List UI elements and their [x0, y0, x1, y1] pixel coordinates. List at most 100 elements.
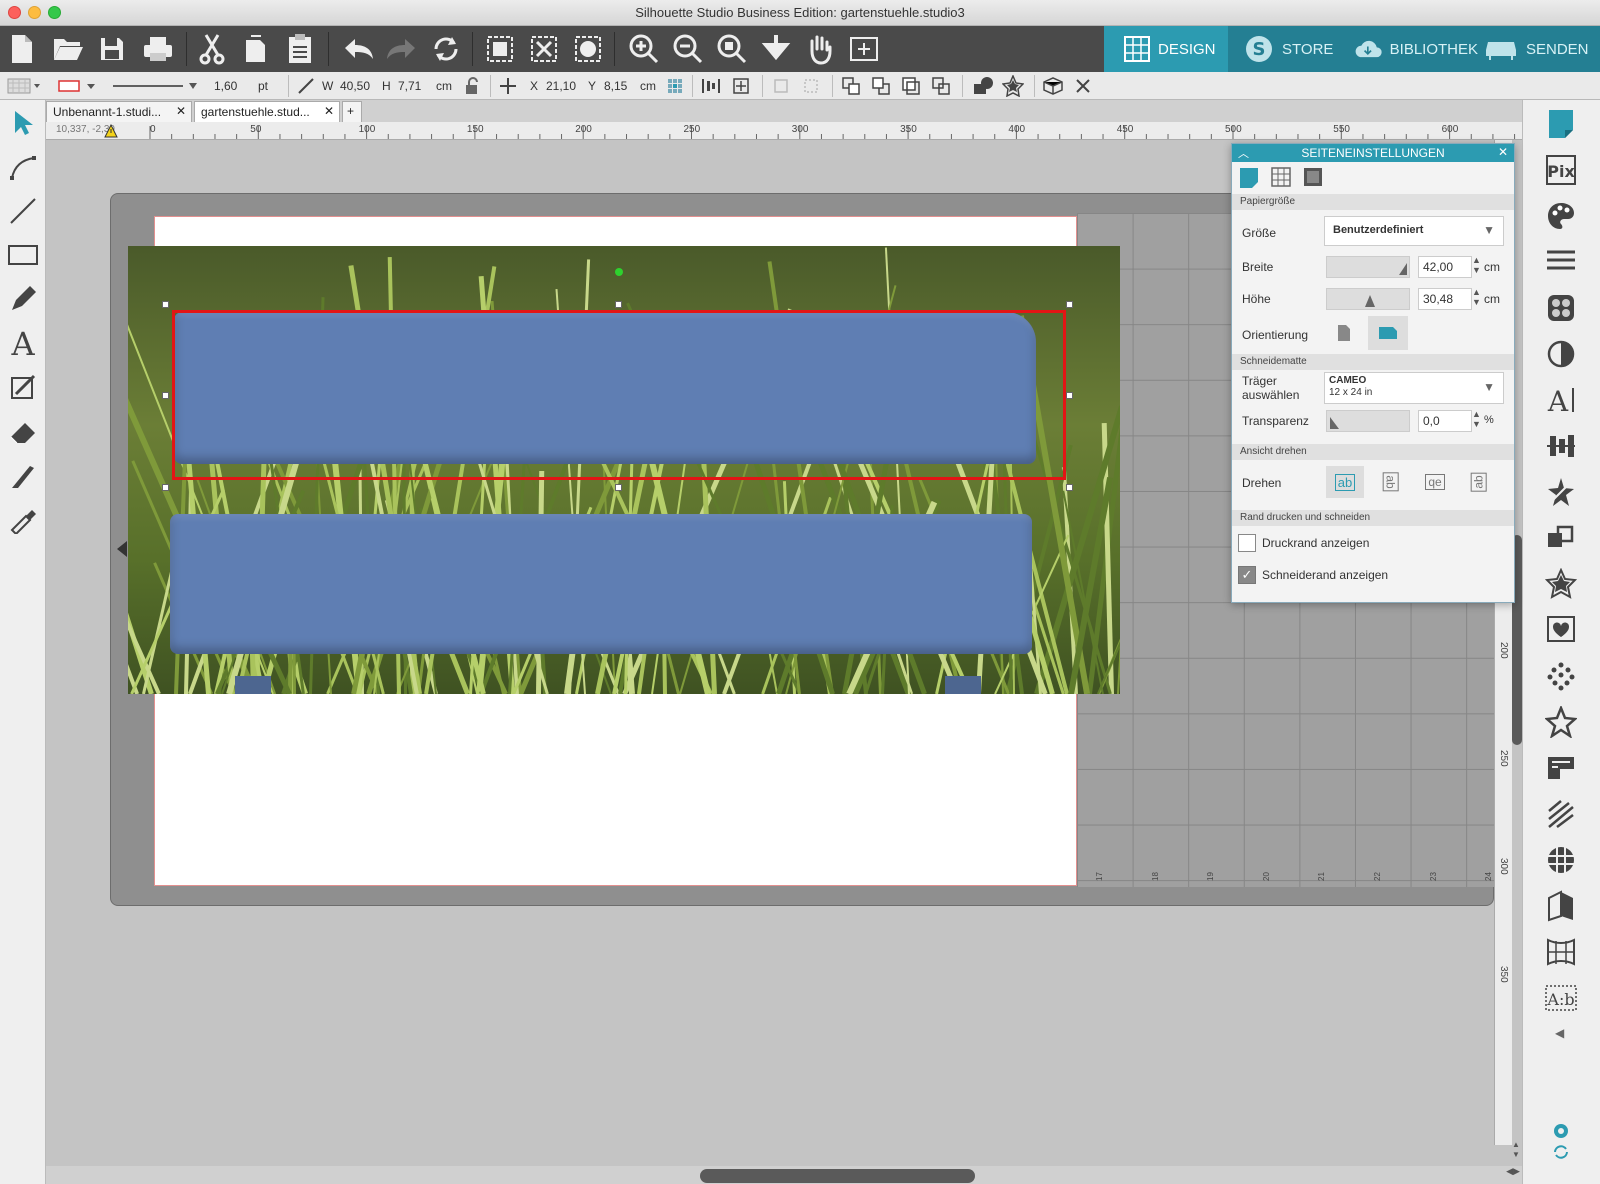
- transparency-stepper[interactable]: ▲ ▼: [1472, 409, 1481, 429]
- text-style-icon[interactable]: A: [1541, 380, 1581, 420]
- collapse-panel-icon[interactable]: ◀: [1555, 1026, 1564, 1040]
- transparency-field[interactable]: 0,0: [1418, 410, 1472, 432]
- align-panel-icon[interactable]: [1541, 426, 1581, 466]
- resize-handle[interactable]: [1066, 301, 1073, 308]
- fill-pattern-icon[interactable]: [6, 75, 42, 97]
- page-setup-icon[interactable]: [1541, 104, 1581, 144]
- center-page-icon[interactable]: [730, 75, 752, 97]
- rectangle-tool-icon[interactable]: [4, 236, 42, 274]
- tab-store[interactable]: S STORE: [1228, 26, 1346, 72]
- rhinestone-icon[interactable]: [1541, 656, 1581, 696]
- cut-icon[interactable]: [192, 29, 232, 69]
- 3d-fold-icon[interactable]: [1541, 886, 1581, 926]
- paste-icon[interactable]: [280, 29, 320, 69]
- contrast-icon[interactable]: [1541, 334, 1581, 374]
- tab-document-1[interactable]: Unbenannt-1.studi... ✕: [46, 101, 192, 122]
- star-offset-icon[interactable]: [1541, 564, 1581, 604]
- new-document-icon[interactable]: [2, 29, 42, 69]
- add-page-icon[interactable]: [844, 29, 884, 69]
- copy-icon[interactable]: [236, 29, 276, 69]
- width-stepper[interactable]: ▲ ▼: [1472, 255, 1481, 275]
- knife-tool-icon[interactable]: [4, 456, 42, 494]
- resize-handle[interactable]: [615, 484, 622, 491]
- print-margin-checkbox[interactable]: [1238, 534, 1256, 552]
- add-tab-button[interactable]: +: [342, 101, 362, 122]
- vertical-scroll-arrows-icon[interactable]: ▲ ▼: [1512, 1140, 1522, 1166]
- library-heart-icon[interactable]: [1541, 610, 1581, 650]
- group-icon[interactable]: [480, 29, 520, 69]
- height-slider[interactable]: [1326, 288, 1410, 310]
- resize-handle[interactable]: [1066, 484, 1073, 491]
- landscape-orientation-icon[interactable]: [1368, 316, 1408, 350]
- close-tab-icon[interactable]: ✕: [176, 104, 186, 118]
- send-backward-icon[interactable]: [870, 75, 892, 97]
- resize-handle[interactable]: [162, 301, 169, 308]
- height-field[interactable]: 7,71: [394, 76, 425, 96]
- line-color-icon[interactable]: [56, 75, 100, 97]
- print-icon[interactable]: [138, 29, 178, 69]
- pencil-tool-icon[interactable]: [4, 280, 42, 318]
- rotate-90-button[interactable]: ab: [1372, 466, 1410, 498]
- sync-icon[interactable]: [1541, 1140, 1581, 1164]
- zoom-selection-icon[interactable]: [712, 29, 752, 69]
- line-width-field[interactable]: 1,60: [210, 76, 241, 96]
- select-by-color-icon[interactable]: [568, 29, 608, 69]
- redo-icon[interactable]: [382, 29, 422, 69]
- line-tool-icon[interactable]: [4, 192, 42, 230]
- star-outline-icon[interactable]: [1541, 702, 1581, 742]
- fill-pattern-panel-icon[interactable]: [1541, 288, 1581, 328]
- nesting-icon[interactable]: [1541, 840, 1581, 880]
- y-field[interactable]: 8,15: [600, 76, 631, 96]
- hatch-pattern-icon[interactable]: [1541, 794, 1581, 834]
- font-panel-icon[interactable]: A:b: [1541, 978, 1581, 1018]
- line-style-dropdown[interactable]: [110, 75, 200, 97]
- replicate-panel-icon[interactable]: [1541, 518, 1581, 558]
- position-grid-icon[interactable]: [664, 75, 686, 97]
- pixscan-icon[interactable]: Pix: [1541, 150, 1581, 190]
- zoom-out-icon[interactable]: [668, 29, 708, 69]
- line-style-icon[interactable]: [1541, 242, 1581, 282]
- resize-handle[interactable]: [1066, 392, 1073, 399]
- text-tool-icon[interactable]: A: [4, 324, 42, 362]
- align-icon[interactable]: [700, 75, 722, 97]
- background-tab-icon[interactable]: [1302, 166, 1324, 188]
- transparency-slider[interactable]: [1326, 410, 1410, 432]
- zoom-in-icon[interactable]: [624, 29, 664, 69]
- bring-forward-icon[interactable]: [840, 75, 862, 97]
- horizontal-scroll-thumb[interactable]: [700, 1169, 975, 1183]
- tab-design[interactable]: DESIGN: [1104, 26, 1228, 72]
- tab-document-2[interactable]: gartenstuehle.stud... ✕: [194, 101, 340, 122]
- close-tab-icon[interactable]: ✕: [324, 104, 334, 118]
- fill-color-palette-icon[interactable]: [1541, 196, 1581, 236]
- sketch-panel-icon[interactable]: [1541, 748, 1581, 788]
- ungroup-icon[interactable]: [524, 29, 564, 69]
- bring-to-front-icon[interactable]: [900, 75, 922, 97]
- 3d-box-icon[interactable]: [1042, 75, 1064, 97]
- select-arrow-icon[interactable]: [4, 104, 42, 142]
- resize-handle[interactable]: [615, 301, 622, 308]
- tab-send[interactable]: SENDEN: [1478, 26, 1600, 72]
- paper-size-select[interactable]: Benutzerdefiniert ▼: [1324, 216, 1504, 246]
- cut-margin-checkbox[interactable]: ✓: [1238, 566, 1256, 584]
- width-field[interactable]: 42,00: [1418, 256, 1472, 278]
- resize-handle[interactable]: [162, 392, 169, 399]
- trace-icon[interactable]: [1541, 472, 1581, 512]
- rotate-180-button[interactable]: qe: [1416, 466, 1454, 498]
- rotate-270-button[interactable]: ab: [1460, 466, 1498, 498]
- close-x-icon[interactable]: [1072, 75, 1094, 97]
- width-field[interactable]: 40,50: [336, 76, 374, 96]
- page-settings-tab-icon[interactable]: [1238, 166, 1260, 188]
- edit-points-icon[interactable]: [4, 148, 42, 186]
- open-folder-icon[interactable]: [48, 29, 88, 69]
- carrier-select[interactable]: CAMEO 12 x 24 in ▼: [1324, 372, 1504, 404]
- selection-box[interactable]: [172, 310, 1066, 480]
- height-field[interactable]: 30,48: [1418, 288, 1472, 310]
- offset-star-icon[interactable]: [1002, 75, 1024, 97]
- height-stepper[interactable]: ▲ ▼: [1472, 287, 1481, 307]
- rotate-handle[interactable]: [615, 268, 623, 276]
- tab-library[interactable]: BIBLIOTHEK: [1346, 26, 1478, 72]
- width-slider[interactable]: [1326, 256, 1410, 278]
- scroll-arrows-icon[interactable]: ◀▶: [1504, 1166, 1522, 1184]
- portrait-orientation-icon[interactable]: [1326, 316, 1362, 350]
- eraser-tool-icon[interactable]: [4, 412, 42, 450]
